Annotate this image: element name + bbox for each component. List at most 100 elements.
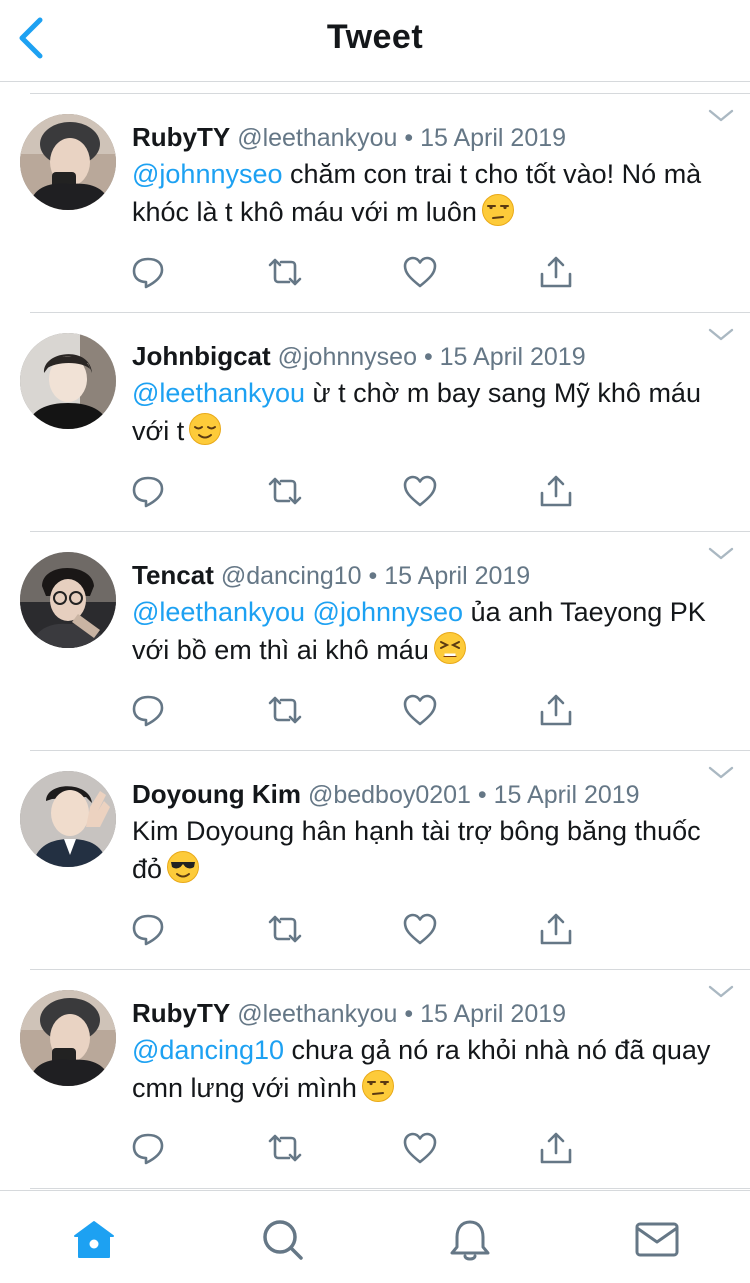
mention-link[interactable]: @johnnyseo xyxy=(132,159,283,189)
tweet-reply[interactable]: RubyTY @leethankyou • 15 April 2019 @dan… xyxy=(0,970,750,1189)
tweet-reply[interactable]: Johnbigcat @johnnyseo • 15 April 2019 @l… xyxy=(0,313,750,532)
retweet-icon xyxy=(267,915,303,951)
chevron-down-icon xyxy=(708,109,734,122)
home-icon xyxy=(74,1221,114,1258)
mention-link[interactable]: @dancing10 xyxy=(132,1035,284,1065)
unamused-face-emoji xyxy=(361,1069,395,1103)
tweet-text: Kim Doyoung hân hạnh tài trợ bông băng t… xyxy=(132,813,722,888)
separator-dot: • xyxy=(368,562,378,590)
chevron-down-icon xyxy=(708,766,734,779)
tweet-menu-button[interactable] xyxy=(708,765,734,781)
tab-home[interactable] xyxy=(71,1217,117,1263)
notifications-icon xyxy=(450,1220,490,1261)
like-button[interactable] xyxy=(402,473,438,509)
reply-icon xyxy=(130,1133,166,1170)
share-icon xyxy=(538,913,574,951)
retweet-icon xyxy=(267,696,303,732)
like-icon xyxy=(402,1132,438,1170)
tab-search[interactable] xyxy=(259,1217,305,1263)
tweet-text: @dancing10 chưa gả nó ra khỏi nhà nó đã … xyxy=(132,1032,722,1107)
top-bar: Tweet xyxy=(0,0,750,82)
tweet-menu-button[interactable] xyxy=(708,984,734,1000)
tweet-date: 15 April 2019 xyxy=(420,124,567,152)
share-button[interactable] xyxy=(538,473,574,509)
tweet-reply[interactable]: RubyTY @leethankyou • 15 April 2019 @joh… xyxy=(0,94,750,313)
like-icon xyxy=(402,694,438,732)
reply-button[interactable] xyxy=(130,473,166,509)
share-button[interactable] xyxy=(538,254,574,290)
reply-button[interactable] xyxy=(130,254,166,290)
user-handle[interactable]: @johnnyseo xyxy=(278,343,417,371)
tweet-header: Johnbigcat @johnnyseo • 15 April 2019 xyxy=(132,341,586,372)
retweet-icon xyxy=(267,1134,303,1170)
tweet-header: Doyoung Kim @bedboy0201 • 15 April 2019 xyxy=(132,779,640,810)
share-button[interactable] xyxy=(538,692,574,728)
tweet-menu-button[interactable] xyxy=(708,327,734,343)
mention-link[interactable]: @leethankyou xyxy=(132,378,305,408)
tab-messages[interactable] xyxy=(634,1217,680,1263)
share-button[interactable] xyxy=(538,911,574,947)
avatar[interactable] xyxy=(20,771,116,867)
reply-list: RubyTY @leethankyou • 15 April 2019 @joh… xyxy=(0,94,750,1189)
avatar[interactable] xyxy=(20,552,116,648)
display-name[interactable]: Johnbigcat xyxy=(132,341,271,371)
separator-dot: • xyxy=(477,781,487,809)
tweet-date: 15 April 2019 xyxy=(439,343,586,371)
bottom-tab-bar xyxy=(0,1190,750,1283)
display-name[interactable]: RubyTY xyxy=(132,998,230,1028)
reply-icon xyxy=(130,476,166,513)
separator-dot: • xyxy=(404,1000,414,1028)
retweet-button[interactable] xyxy=(267,473,303,509)
mention-link[interactable]: @johnnyseo xyxy=(313,597,464,627)
tweet-reply[interactable]: Tencat @dancing10 • 15 April 2019 @leeth… xyxy=(0,532,750,751)
avatar[interactable] xyxy=(20,333,116,429)
tweet-menu-button[interactable] xyxy=(708,108,734,124)
like-icon xyxy=(402,256,438,294)
separator-dot: • xyxy=(404,124,414,152)
user-handle[interactable]: @dancing10 xyxy=(221,562,362,590)
like-icon xyxy=(402,475,438,513)
share-icon xyxy=(538,1132,574,1170)
reply-button[interactable] xyxy=(130,692,166,728)
chevron-down-icon xyxy=(708,547,734,560)
tweet-reply[interactable]: Doyoung Kim @bedboy0201 • 15 April 2019 … xyxy=(0,751,750,970)
chevron-down-icon xyxy=(708,328,734,341)
tweet-date: 15 April 2019 xyxy=(384,562,531,590)
display-name[interactable]: Doyoung Kim xyxy=(132,779,301,809)
tweet-header: Tencat @dancing10 • 15 April 2019 xyxy=(132,560,530,591)
like-button[interactable] xyxy=(402,692,438,728)
avatar[interactable] xyxy=(20,114,116,210)
tweet-date: 15 April 2019 xyxy=(420,1000,567,1028)
avatar[interactable] xyxy=(20,990,116,1086)
chevron-down-icon xyxy=(708,985,734,998)
share-icon xyxy=(538,475,574,513)
tired-face-emoji xyxy=(433,631,467,665)
reply-icon xyxy=(130,914,166,951)
like-icon xyxy=(402,913,438,951)
retweet-button[interactable] xyxy=(267,911,303,947)
reply-button[interactable] xyxy=(130,1130,166,1166)
like-button[interactable] xyxy=(402,254,438,290)
user-handle[interactable]: @leethankyou xyxy=(237,1000,397,1028)
retweet-button[interactable] xyxy=(267,1130,303,1166)
display-name[interactable]: RubyTY xyxy=(132,122,230,152)
retweet-icon xyxy=(267,258,303,294)
tweet-menu-button[interactable] xyxy=(708,546,734,562)
like-button[interactable] xyxy=(402,1130,438,1166)
user-handle[interactable]: @bedboy0201 xyxy=(308,781,471,809)
sunglasses-face-emoji xyxy=(166,850,200,884)
unamused-face-emoji xyxy=(481,193,515,227)
reply-button[interactable] xyxy=(130,911,166,947)
mention-link[interactable]: @leethankyou xyxy=(132,597,305,627)
user-handle[interactable]: @leethankyou xyxy=(237,124,397,152)
share-button[interactable] xyxy=(538,1130,574,1166)
tab-notifications[interactable] xyxy=(447,1217,493,1263)
display-name[interactable]: Tencat xyxy=(132,560,214,590)
page-title: Tweet xyxy=(326,18,424,56)
like-button[interactable] xyxy=(402,911,438,947)
relieved-face-emoji xyxy=(188,412,222,446)
retweet-button[interactable] xyxy=(267,254,303,290)
tweet-header: RubyTY @leethankyou • 15 April 2019 xyxy=(132,122,566,153)
tweet-date: 15 April 2019 xyxy=(493,781,640,809)
retweet-button[interactable] xyxy=(267,692,303,728)
